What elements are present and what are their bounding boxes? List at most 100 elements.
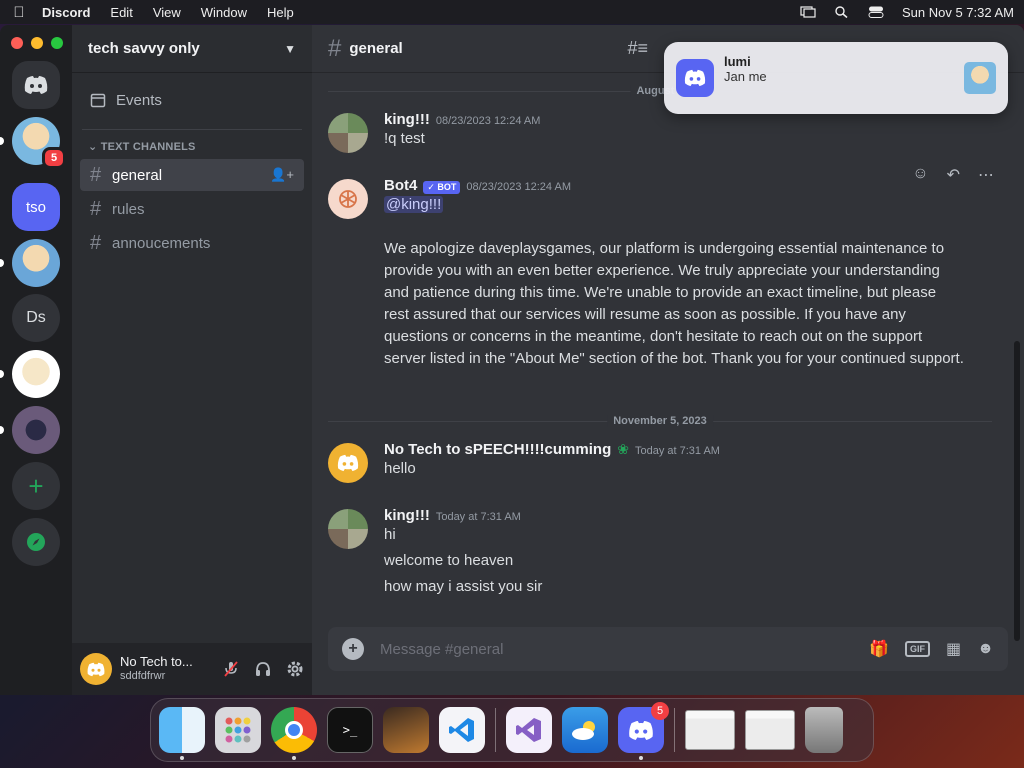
notification-banner[interactable]: lumi Jan me (664, 42, 1008, 114)
bot-badge: ✓ BOT (423, 181, 461, 194)
author-name[interactable]: No Tech to sPEECH!!!!cumming (384, 441, 611, 458)
dock-garageband-icon[interactable] (383, 707, 429, 753)
server-icon-avatar-3[interactable] (12, 350, 60, 398)
category-label: TEXT CHANNELS (100, 141, 196, 153)
discord-logo-icon (87, 662, 105, 676)
dock-separator (495, 708, 496, 752)
openai-logo-icon (339, 190, 357, 208)
gif-button[interactable]: GIF (905, 641, 931, 657)
message-input[interactable] (380, 640, 870, 658)
events-item[interactable]: Events (72, 83, 312, 117)
user-mention[interactable]: @king!!! (384, 196, 444, 213)
menu-edit[interactable]: Edit (110, 5, 132, 20)
server-mention-badge: 5 (42, 147, 66, 169)
apple-menu-icon[interactable]:  (10, 4, 28, 21)
discord-logo-icon (684, 69, 706, 87)
author-avatar[interactable] (328, 179, 368, 219)
upload-plus-button[interactable]: + (342, 638, 364, 660)
notification-body: Jan me (724, 69, 767, 84)
server-unread-pill (0, 137, 4, 145)
message-timestamp: 08/23/2023 12:24 AM (435, 115, 541, 127)
zoom-window-button[interactable] (51, 37, 63, 49)
add-server-button[interactable]: + (12, 462, 60, 510)
message[interactable]: king!!! Today at 7:31 AM hi welcome to h… (328, 507, 994, 598)
menu-bar:  Discord Edit View Window Help Sun Nov … (0, 0, 1024, 24)
message[interactable]: No Tech to sPEECH!!!!cumming ❀ Today at … (328, 441, 994, 483)
message-timestamp: Today at 7:31 AM (634, 445, 720, 457)
dock-terminal-icon[interactable]: >_ (327, 707, 373, 753)
dock-vscode-icon[interactable] (439, 707, 485, 753)
dock-visual-studio-icon[interactable] (506, 707, 552, 753)
screen-mirroring-icon[interactable] (800, 6, 816, 18)
dock-finder-icon[interactable] (159, 707, 205, 760)
invite-user-icon[interactable]: 👤+ (270, 167, 294, 183)
message[interactable]: Bot4 ✓ BOT 08/23/2023 12:24 AM @king!!! … (328, 177, 994, 370)
gift-icon[interactable]: 🎁 (869, 639, 889, 659)
dock-weather-icon[interactable] (562, 707, 608, 753)
message-timestamp: Today at 7:31 AM (435, 511, 521, 523)
username: No Tech to... (120, 654, 193, 670)
minimize-window-button[interactable] (31, 37, 43, 49)
window-controls (11, 37, 63, 49)
settings-gear-icon[interactable] (286, 660, 304, 678)
guild-header[interactable]: tech savvy only ▼ (72, 25, 312, 73)
dock: >_ 5 (150, 698, 874, 762)
channel-name: rules (112, 200, 145, 218)
menu-help[interactable]: Help (267, 5, 294, 20)
mic-muted-icon[interactable] (222, 660, 240, 678)
emoji-icon[interactable]: ☻ (977, 640, 994, 658)
menu-view[interactable]: View (153, 5, 181, 20)
user-avatar[interactable] (80, 653, 112, 685)
server-icon-avatar-1[interactable]: 5 (12, 117, 66, 169)
dock-chrome-icon[interactable] (271, 707, 317, 760)
notification-sender-avatar (964, 62, 996, 94)
dock-minimized-window-2[interactable] (745, 710, 795, 750)
server-icon-avatar-4[interactable] (12, 406, 60, 454)
dock-trash-icon[interactable] (805, 707, 843, 753)
close-window-button[interactable] (11, 37, 23, 49)
message-timestamp: 08/23/2023 12:24 AM (466, 181, 571, 193)
channel-item-rules[interactable]: # rules (80, 193, 304, 225)
author-avatar[interactable] (328, 509, 368, 549)
author-name[interactable]: king!!! (384, 111, 430, 128)
date-divider: November 5, 2023 (328, 415, 992, 427)
menu-app-name[interactable]: Discord (42, 5, 90, 20)
channel-name: general (112, 166, 163, 184)
user-controls (222, 660, 304, 678)
author-name[interactable]: king!!! (384, 507, 430, 524)
date-divider-label: November 5, 2023 (607, 415, 713, 427)
spotlight-search-icon[interactable] (834, 6, 850, 18)
threads-icon[interactable]: #≡ (627, 38, 648, 59)
discord-app-icon (676, 59, 714, 97)
menu-window[interactable]: Window (201, 5, 247, 20)
sticker-icon[interactable]: ▦ (946, 639, 961, 659)
dock-discord-icon[interactable]: 5 (618, 702, 669, 760)
author-avatar[interactable] (328, 443, 368, 483)
user-names[interactable]: No Tech to... sddfdfrwr (120, 654, 193, 683)
control-center-icon[interactable] (868, 6, 884, 18)
notification-title: lumi (724, 54, 751, 69)
chat-scrollbar[interactable] (1014, 341, 1020, 641)
vscode-logo-icon (449, 718, 474, 742)
server-icon-avatar-2[interactable] (12, 239, 60, 287)
dock-launchpad-icon[interactable] (215, 707, 261, 753)
user-status-text: sddfdfrwr (120, 670, 166, 683)
dock-notification-badge: 5 (651, 702, 669, 720)
author-avatar[interactable] (328, 113, 368, 153)
category-text-channels[interactable]: ⌄ TEXT CHANNELS (72, 140, 312, 153)
server-icon-tso[interactable]: tso (12, 183, 60, 231)
server-icon-ds[interactable]: Ds (12, 294, 60, 342)
dock-minimized-window-1[interactable] (685, 710, 735, 750)
discord-logo-icon (629, 720, 653, 740)
direct-messages-home-button[interactable] (12, 61, 60, 109)
chat-area: # general #≡ August 2 king!!! 08/23/2023… (312, 25, 1024, 695)
server-unread-pill (0, 370, 4, 378)
message[interactable]: king!!! 08/23/2023 12:24 AM !q test (328, 111, 994, 153)
author-name[interactable]: Bot4 (384, 177, 417, 194)
channel-item-general[interactable]: # general 👤+ (80, 159, 304, 191)
channel-item-annoucements[interactable]: # annoucements (80, 227, 304, 259)
headphones-icon[interactable] (254, 660, 272, 678)
menubar-clock[interactable]: Sun Nov 5 7:32 AM (902, 5, 1014, 20)
explore-servers-button[interactable] (12, 518, 60, 566)
running-indicator (292, 756, 296, 760)
